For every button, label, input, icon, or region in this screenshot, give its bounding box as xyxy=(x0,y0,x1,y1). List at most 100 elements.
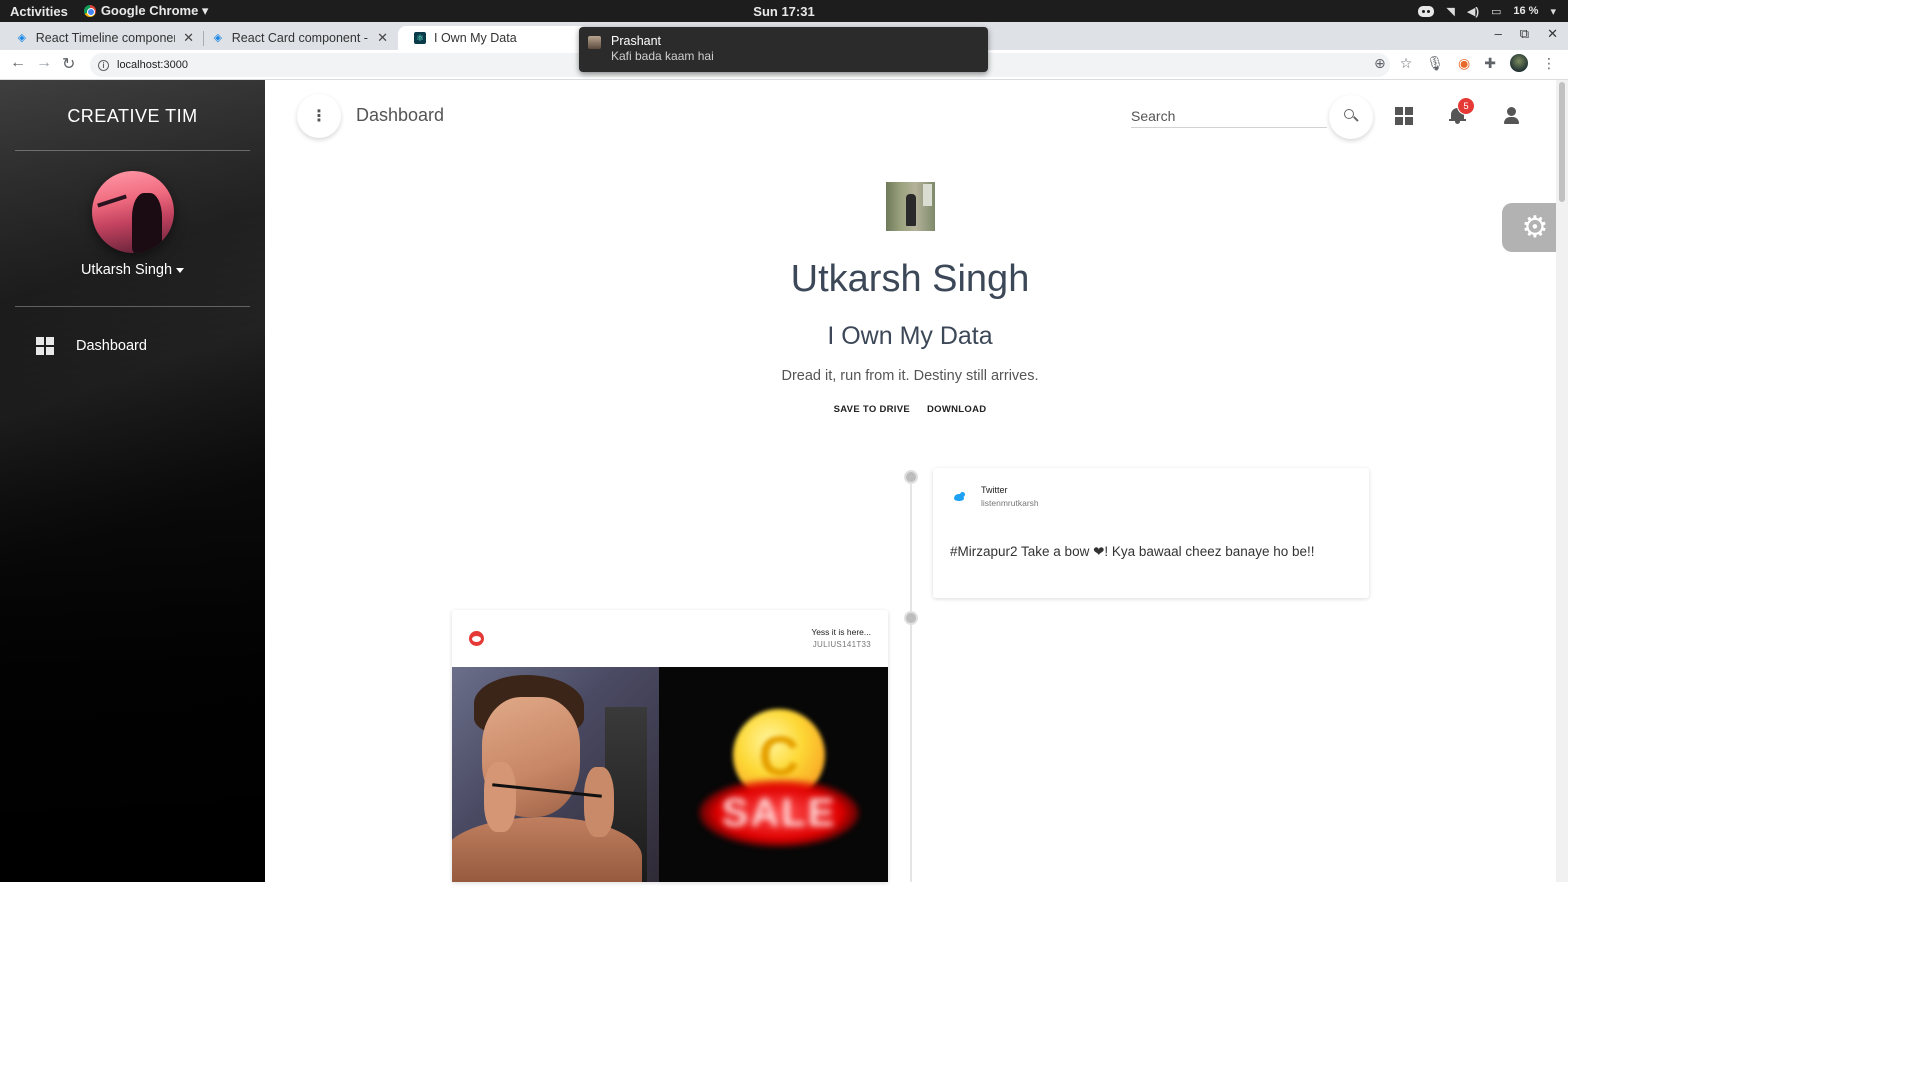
more-vert-icon: ⋮ xyxy=(311,108,327,125)
info-icon[interactable]: i xyxy=(98,59,109,71)
battery-percent: 16 % xyxy=(1513,5,1539,17)
app-menu[interactable]: Google Chrome ▾ xyxy=(83,3,209,19)
more-vert-button[interactable]: ⋮ xyxy=(297,94,341,138)
more-vert-icon[interactable]: ⋮ xyxy=(1542,55,1556,72)
meme-hand xyxy=(584,767,614,837)
profile-name: Utkarsh Singh xyxy=(790,258,1030,300)
extension-icon[interactable]: ◉ xyxy=(1458,55,1470,72)
activities-button[interactable]: Activities xyxy=(0,4,78,19)
dashboard-icon xyxy=(36,337,54,355)
sidebar: CREATIVE TIM Utkarsh Singh Dashboard xyxy=(0,80,265,882)
meme-hand xyxy=(484,762,516,832)
person-head xyxy=(1507,107,1516,116)
system-tray[interactable]: ◥ ◀) ▭ 16 % ▾ xyxy=(1418,0,1556,22)
download-button[interactable]: DOWNLOAD xyxy=(927,404,986,415)
divider xyxy=(15,150,250,151)
bell-clapper xyxy=(1455,121,1460,124)
app-menu-label: Google Chrome ▾ xyxy=(100,3,209,18)
discord-icon[interactable] xyxy=(1418,5,1435,17)
meme-sale-text: SALE xyxy=(721,790,837,835)
chrome-icon xyxy=(83,5,96,17)
sender-avatar xyxy=(588,36,601,49)
person-icon[interactable] xyxy=(1503,107,1520,124)
scrollbar-thumb[interactable] xyxy=(1559,82,1565,202)
meme-coin-letter: C xyxy=(758,723,800,787)
save-to-drive-button[interactable]: SAVE TO DRIVE xyxy=(834,404,910,415)
user-avatar[interactable] xyxy=(92,171,174,253)
card-image[interactable]: C SALE xyxy=(452,667,888,882)
volume-icon: ◀) xyxy=(1466,5,1479,18)
brand-logo-text[interactable]: CREATIVE TIM xyxy=(0,106,265,127)
back-icon[interactable]: ← xyxy=(10,54,26,72)
timeline-dot xyxy=(904,611,918,625)
zoom-icon[interactable]: ⊕ xyxy=(1374,55,1386,72)
close-icon[interactable]: ✕ xyxy=(377,30,388,46)
notification-toast[interactable]: Prashant Kafi bada kaam hai xyxy=(579,27,988,72)
profile-actions: SAVE TO DRIVE DOWNLOAD xyxy=(587,404,1233,415)
user-menu-toggle[interactable]: Utkarsh Singh xyxy=(0,262,265,278)
card-text: #Mirzapur2 Take a bow ❤! Kya bawaal chee… xyxy=(950,544,1315,559)
twitter-bird-head xyxy=(960,492,965,497)
clock[interactable]: Sun 17:31 xyxy=(0,4,1568,19)
reddit-icon xyxy=(469,631,484,646)
react-app-icon: ⚛ xyxy=(414,32,426,44)
chevron-down-icon: ▾ xyxy=(1550,5,1556,18)
dashboard-icon[interactable] xyxy=(1395,107,1413,125)
card-username[interactable]: listenmrutkarsh xyxy=(981,498,1039,508)
reload-icon[interactable]: ↻ xyxy=(62,54,75,74)
photo-detail xyxy=(906,194,916,226)
window-controls: – ⧉ ✕ xyxy=(1495,26,1558,42)
search-button[interactable] xyxy=(1329,95,1373,139)
minimize-icon[interactable]: – xyxy=(1495,26,1502,42)
timeline-dot xyxy=(904,470,918,484)
timeline-card-reddit[interactable]: Yess it is here... JULIUS141T33 C SALE xyxy=(452,610,888,882)
sidebar-item-dashboard[interactable]: Dashboard xyxy=(36,337,147,355)
tab-react-timeline[interactable]: ◈ React Timeline component ✕ xyxy=(0,26,202,50)
timeline-line xyxy=(910,480,912,882)
notification-badge: 5 xyxy=(1457,97,1475,115)
bookmark-star-icon[interactable]: ☆ xyxy=(1400,55,1413,72)
close-window-icon[interactable]: ✕ xyxy=(1547,26,1558,42)
wifi-icon: ◥ xyxy=(1446,5,1455,18)
mui-icon: ◈ xyxy=(213,32,223,44)
tab-title: React Timeline component xyxy=(35,31,176,45)
profile-title: I Own My Data xyxy=(827,322,993,350)
page-title: Dashboard xyxy=(356,105,445,125)
notification-message: Kafi bada kaam hai xyxy=(611,49,714,63)
page-scrollbar[interactable] xyxy=(1556,80,1568,882)
tab-title: React Card component - M xyxy=(231,31,370,45)
maximize-icon[interactable]: ⧉ xyxy=(1520,26,1529,42)
tab-react-card[interactable]: ◈ React Card component - M ✕ xyxy=(196,26,396,50)
meme-left-panel xyxy=(452,667,659,882)
avatar-image-detail xyxy=(132,193,162,253)
gear-icon: ⚙ xyxy=(1521,211,1549,244)
sidebar-item-label: Dashboard xyxy=(76,338,147,354)
mui-icon: ◈ xyxy=(17,32,27,44)
battery-icon: ▭ xyxy=(1490,5,1502,18)
avatar-image-detail xyxy=(97,194,127,208)
card-title: Yess it is here... xyxy=(811,627,871,637)
timeline-card-twitter[interactable]: Twitter listenmrutkarsh #Mirzapur2 Take … xyxy=(933,468,1369,598)
url-text: localhost:3000 xyxy=(117,59,188,71)
notification-sender: Prashant xyxy=(611,34,662,48)
microphone-icon[interactable]: 🎙 xyxy=(1426,55,1444,72)
meme-sale-sign: SALE xyxy=(699,779,859,847)
tab-i-own-my-data[interactable]: ⚛ I Own My Data xyxy=(398,26,588,50)
search-icon-handle xyxy=(1353,116,1359,122)
photo-detail xyxy=(923,184,932,206)
profile-avatar-icon[interactable] xyxy=(1510,54,1528,72)
search-input[interactable] xyxy=(1131,104,1327,128)
system-top-bar: Activities Google Chrome ▾ Sun 17:31 ◥ ◀… xyxy=(0,0,1568,22)
forward-icon[interactable]: → xyxy=(36,54,52,72)
card-username[interactable]: JULIUS141T33 xyxy=(813,640,871,649)
search-icon xyxy=(1344,109,1354,119)
profile-quote: Dread it, run from it. Destiny still arr… xyxy=(781,368,1039,384)
profile-photo xyxy=(886,182,935,231)
card-source: Twitter xyxy=(981,485,1008,495)
close-icon[interactable]: ✕ xyxy=(183,30,194,46)
twitter-icon xyxy=(952,491,966,503)
puzzle-icon[interactable]: ✚ xyxy=(1484,55,1496,72)
person-torso xyxy=(1504,117,1519,124)
caret-down-icon xyxy=(176,267,185,273)
tab-title: I Own My Data xyxy=(434,31,517,45)
